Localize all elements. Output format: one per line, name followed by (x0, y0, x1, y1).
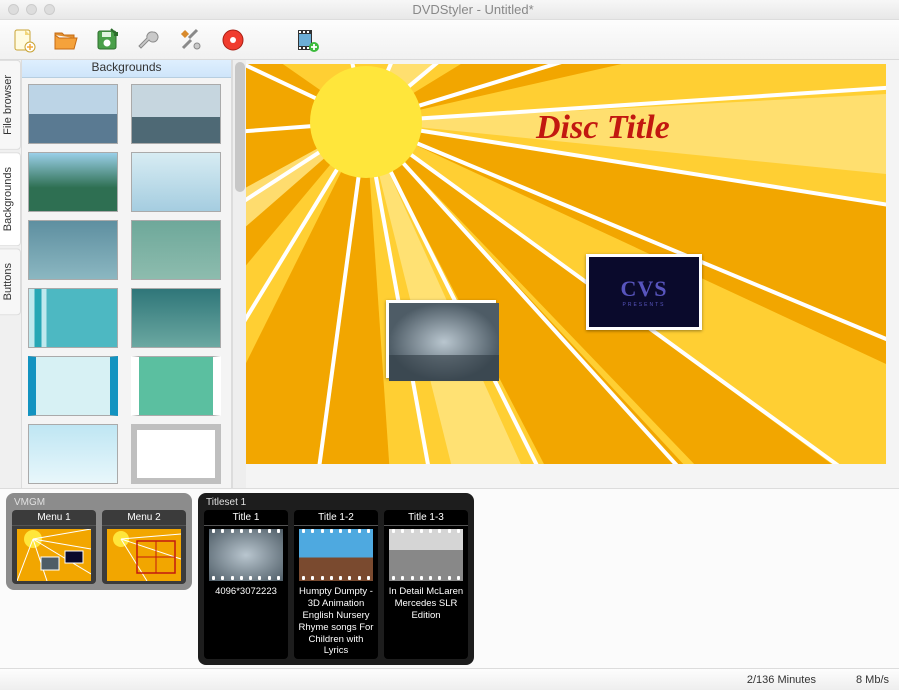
main-toolbar (0, 20, 899, 60)
cvs-sub-text: PRESENTS (620, 302, 667, 308)
background-thumb[interactable] (131, 220, 221, 280)
save-file-button[interactable] (92, 25, 122, 55)
settings-button[interactable] (134, 25, 164, 55)
status-bitrate: 8 Mb/s (856, 674, 889, 686)
folder-open-icon (52, 27, 78, 53)
zoom-icon[interactable] (44, 4, 55, 15)
wrench-icon (136, 27, 162, 53)
save-icon (94, 27, 120, 53)
title-thumb (299, 529, 373, 581)
menu-item-title: Menu 1 (12, 510, 96, 526)
title-thumb (209, 529, 283, 581)
background-thumb[interactable] (28, 220, 118, 280)
panel-scrollbar[interactable] (232, 60, 246, 488)
title-label: Title 1-3 (384, 510, 468, 526)
timeline-strip: VMGM Menu 1 Menu 2 Titleset 1 Title 1 (0, 488, 899, 668)
menu-thumb (17, 529, 91, 581)
background-thumb[interactable] (131, 84, 221, 144)
title-item-1[interactable]: Title 1 4096*3072223 (204, 510, 288, 659)
tab-backgrounds[interactable]: Backgrounds (0, 152, 21, 246)
panel-header: Backgrounds (22, 60, 231, 78)
background-thumb[interactable] (131, 356, 221, 416)
title-caption: 4096*3072223 (204, 584, 288, 600)
disc-title-text[interactable]: Disc Title (536, 109, 670, 147)
title-item-2[interactable]: Title 1-2 Humpty Dumpty - 3D Animation E… (294, 510, 378, 659)
status-bar: 2/136 Minutes 8 Mb/s (0, 668, 899, 690)
close-icon[interactable] (8, 4, 19, 15)
open-file-button[interactable] (50, 25, 80, 55)
tab-buttons[interactable]: Buttons (0, 248, 21, 315)
vmgm-label: VMGM (14, 497, 186, 508)
status-minutes: 2/136 Minutes (747, 674, 816, 686)
title-thumb (389, 529, 463, 581)
background-thumb[interactable] (28, 424, 118, 484)
backgrounds-grid (22, 78, 231, 488)
menu-canvas-area: Disc Title CVS PRESENTS (246, 60, 899, 488)
titleset-label: Titleset 1 (206, 497, 468, 508)
menu-video-clip-1[interactable] (386, 300, 496, 378)
side-tabs: File browser Backgrounds Buttons (0, 60, 22, 488)
menu-canvas[interactable]: Disc Title CVS PRESENTS (246, 64, 886, 464)
background-thumb[interactable] (28, 288, 118, 348)
background-thumb[interactable] (28, 84, 118, 144)
menu-item-title: Menu 2 (102, 510, 186, 526)
scrollbar-thumb[interactable] (235, 62, 245, 192)
cvs-logo-text: CVS (620, 276, 667, 302)
window-title: DVDStyler - Untitled* (55, 2, 891, 17)
background-thumb[interactable] (131, 152, 221, 212)
titleset-group: Titleset 1 Title 1 4096*3072223 Title 1-… (198, 493, 474, 665)
title-caption: In Detail McLaren Mercedes SLR Edition (384, 584, 468, 624)
window-titlebar: DVDStyler - Untitled* (0, 0, 899, 20)
title-label: Title 1 (204, 510, 288, 526)
add-video-button[interactable] (292, 25, 322, 55)
backgrounds-panel: Backgrounds (22, 60, 232, 488)
burn-disc-icon (220, 27, 246, 53)
minimize-icon[interactable] (26, 4, 37, 15)
tools-icon (178, 27, 204, 53)
title-label: Title 1-2 (294, 510, 378, 526)
burn-disc-button[interactable] (218, 25, 248, 55)
menu-item-2[interactable]: Menu 2 (102, 510, 186, 584)
film-add-icon (294, 27, 320, 53)
new-file-button[interactable] (8, 25, 38, 55)
tab-file-browser[interactable]: File browser (0, 60, 21, 150)
title-caption: Humpty Dumpty - 3D Animation English Nur… (294, 584, 378, 659)
background-thumb[interactable] (131, 424, 221, 484)
background-thumb[interactable] (131, 288, 221, 348)
new-file-icon (10, 27, 36, 53)
menu-video-clip-2[interactable]: CVS PRESENTS (586, 254, 702, 330)
background-thumb[interactable] (28, 152, 118, 212)
background-thumb[interactable] (28, 356, 118, 416)
tools-button[interactable] (176, 25, 206, 55)
menu-thumb (107, 529, 181, 581)
window-controls[interactable] (8, 4, 55, 15)
vmgm-group: VMGM Menu 1 Menu 2 (6, 493, 192, 590)
title-item-3[interactable]: Title 1-3 In Detail McLaren Mercedes SLR… (384, 510, 468, 659)
menu-item-1[interactable]: Menu 1 (12, 510, 96, 584)
